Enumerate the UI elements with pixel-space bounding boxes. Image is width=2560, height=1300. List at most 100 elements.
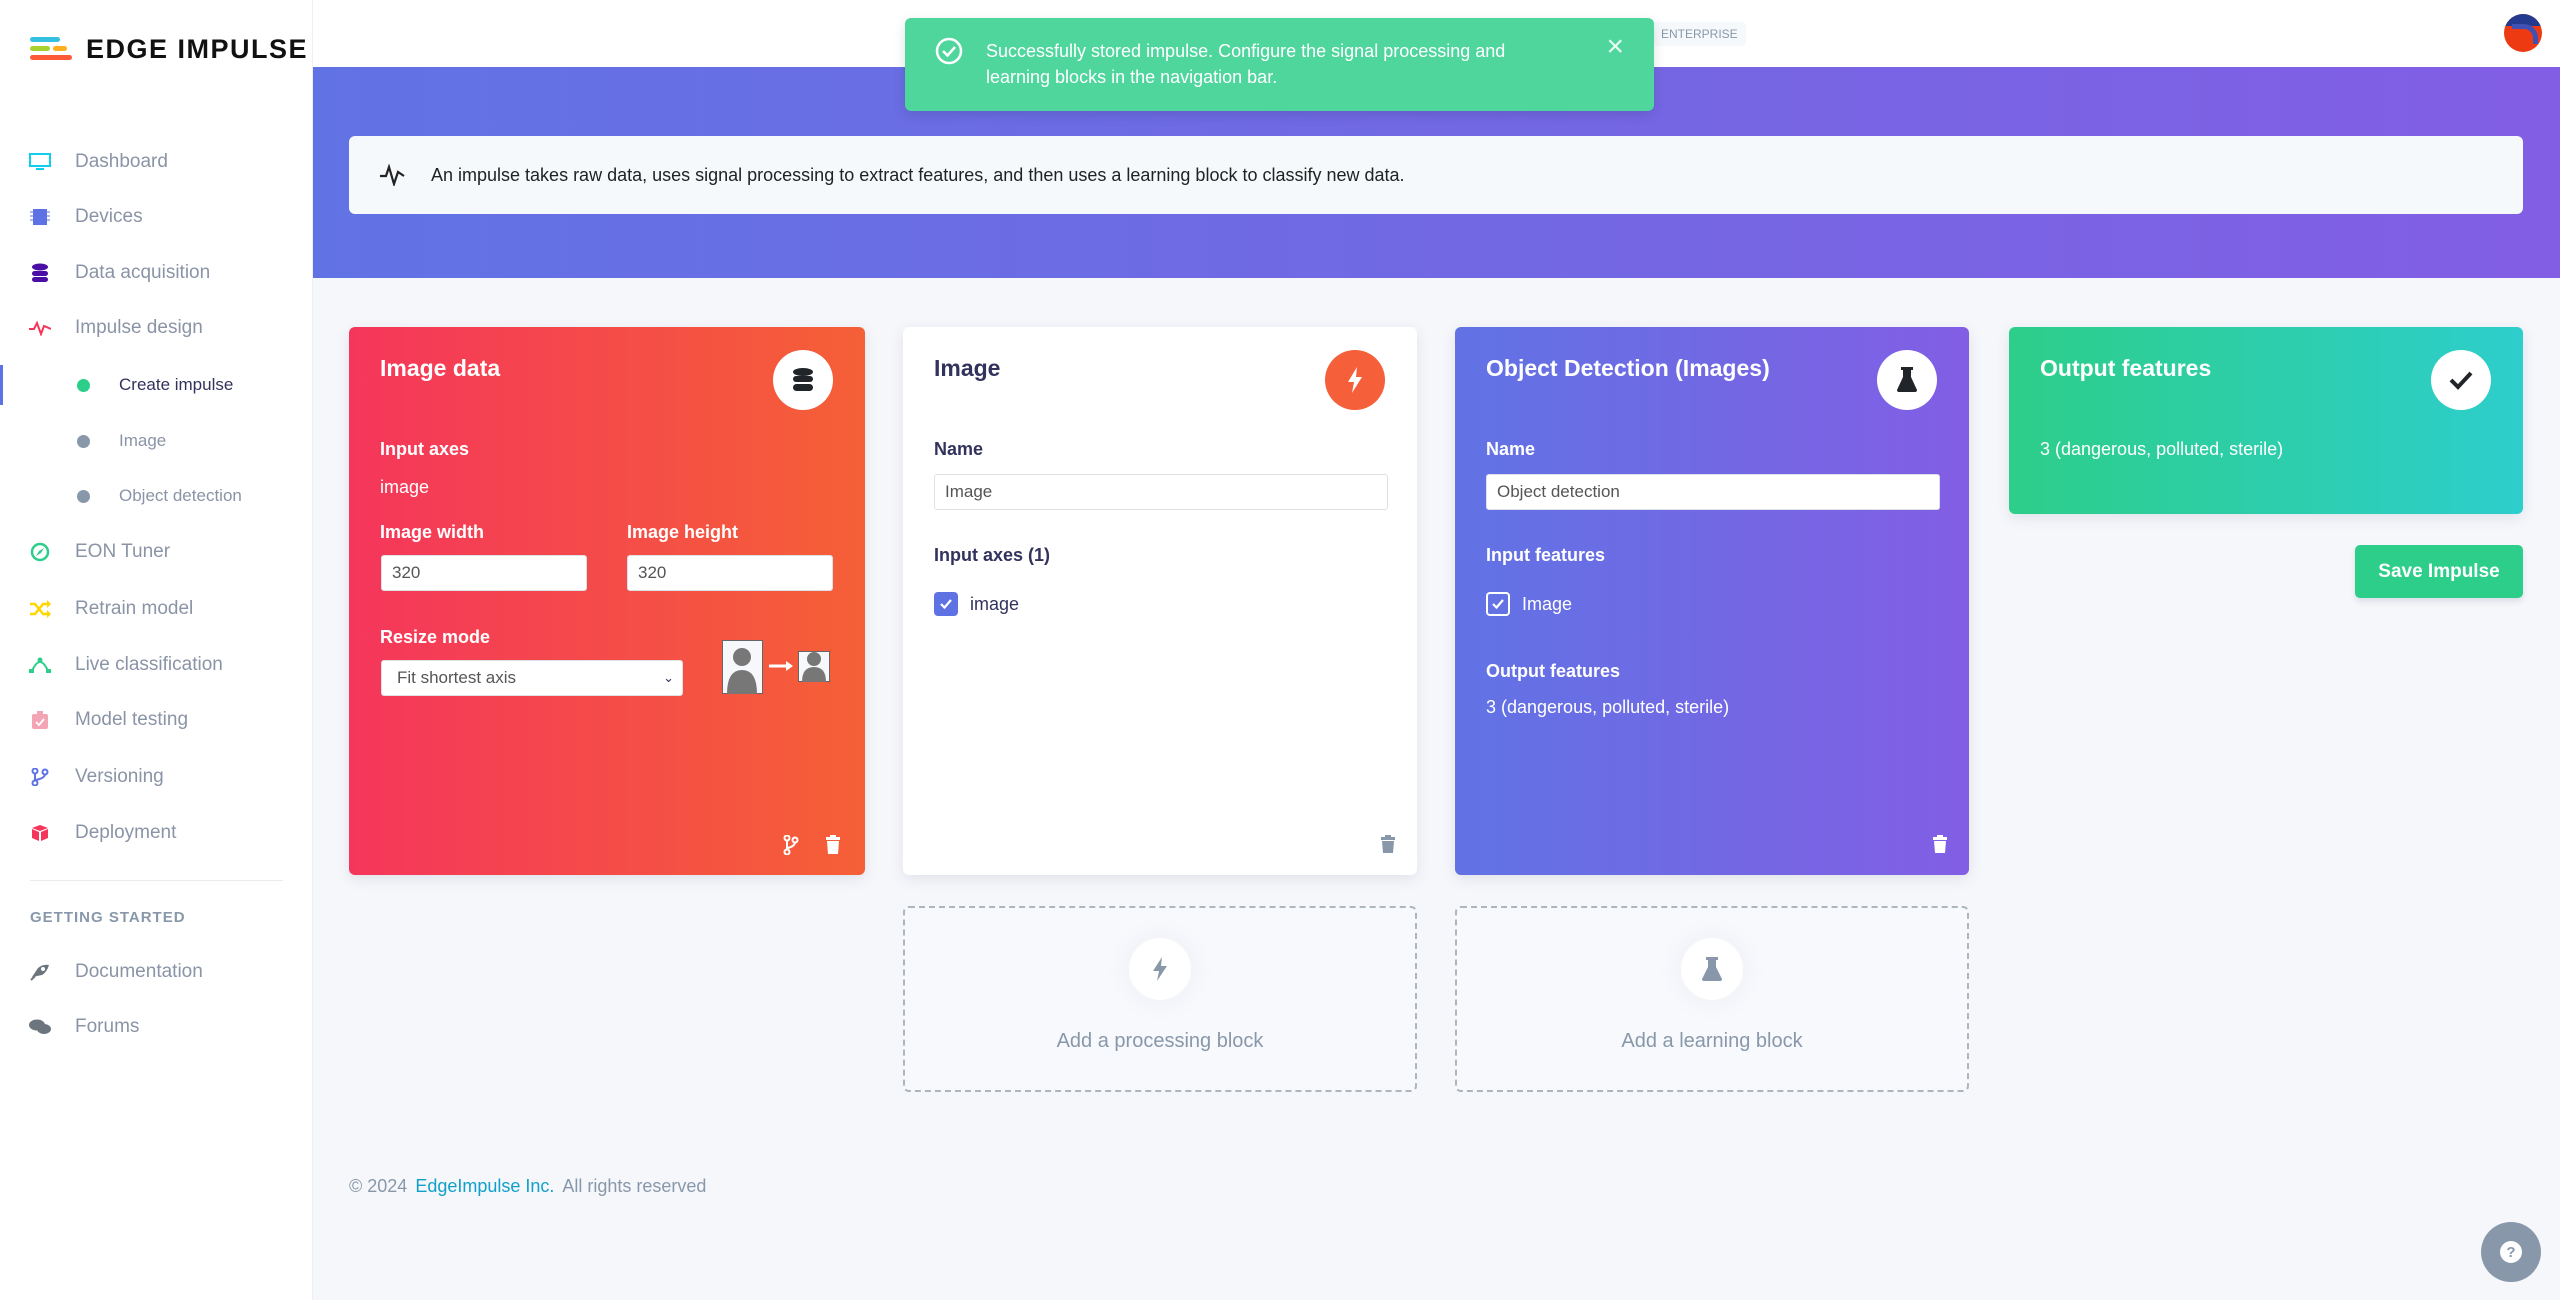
sidebar-item-image[interactable]: Image: [0, 421, 313, 461]
comments-icon: [28, 1015, 52, 1039]
sidebar-item-label: Create impulse: [119, 375, 234, 394]
branch-icon: [28, 765, 52, 789]
section-title: GETTING STARTED: [30, 909, 186, 926]
checkbox-checked-icon[interactable]: [1486, 592, 1510, 616]
flask-icon: [1681, 938, 1743, 1000]
database-icon: [28, 261, 52, 285]
sidebar-item-label: EON Tuner: [75, 541, 171, 562]
sidebar-item-label: Live classification: [75, 654, 223, 675]
resize-mode-value: Fit shortest axis: [397, 668, 517, 687]
bullet-dot-icon: [77, 489, 90, 503]
input-block-card: Image data Input axes image Image width …: [349, 327, 865, 875]
checkbox-label: Image: [1522, 593, 1573, 614]
sidebar-item-data-acquisition[interactable]: Data acquisition: [0, 253, 313, 293]
help-button[interactable]: ?: [2481, 1222, 2541, 1282]
sidebar-item-label: Forums: [75, 1016, 140, 1037]
input-axes-label: Input axes: [380, 439, 470, 459]
sidebar-item-dashboard[interactable]: Dashboard: [0, 142, 313, 182]
image-width-label: Image width: [380, 522, 485, 542]
sidebar-item-deployment[interactable]: Deployment: [0, 813, 313, 853]
image-width-input[interactable]: 320: [381, 555, 587, 591]
image-height-input[interactable]: 320: [627, 555, 833, 591]
compass-icon: [28, 540, 52, 564]
footer-copyright: © 2024: [349, 1176, 408, 1196]
toast-close-button[interactable]: ×: [1606, 30, 1624, 64]
resize-illustration-icon: [722, 640, 830, 694]
sidebar-item-forums[interactable]: Forums: [0, 1007, 313, 1047]
name-label: Name: [1486, 439, 1536, 459]
footer-rights: All rights reserved: [562, 1176, 707, 1196]
sidebar-item-documentation[interactable]: Documentation: [0, 952, 313, 992]
sidebar-item-impulse-design[interactable]: Impulse design: [0, 308, 313, 348]
sidebar-item-label: Retrain model: [75, 598, 194, 619]
info-banner: An impulse takes raw data, uses signal p…: [349, 136, 2523, 214]
sidebar-item-label: Versioning: [75, 766, 164, 787]
sidebar: EDGE IMPULSE Dashboard Devices Data acquis…: [0, 0, 313, 1300]
sidebar-item-label: Data acquisition: [75, 262, 211, 283]
active-indicator: [0, 365, 3, 405]
chevron-down-icon: ⌄: [663, 670, 674, 685]
output-features-label: Output features: [1486, 661, 1621, 681]
enterprise-badge: ENTERPRISE: [1653, 22, 1746, 46]
sidebar-item-devices[interactable]: Devices: [0, 197, 313, 237]
logo[interactable]: EDGE IMPULSE: [30, 34, 308, 65]
footer-company-link[interactable]: EdgeImpulse Inc.: [415, 1176, 554, 1197]
sidebar-item-live-classification[interactable]: Live classification: [0, 645, 313, 685]
output-features-value: 3 (dangerous, polluted, sterile): [2040, 439, 2284, 459]
input-axes-value: image: [380, 477, 430, 497]
bolt-icon: [1129, 938, 1191, 1000]
sidebar-item-retrain-model[interactable]: Retrain model: [0, 589, 313, 629]
input-features-label: Input features: [1486, 545, 1606, 565]
trash-icon[interactable]: [825, 835, 841, 855]
feature-checkbox-image[interactable]: Image: [1486, 592, 1572, 616]
name-input[interactable]: Image: [934, 474, 1388, 510]
checkbox-checked-icon[interactable]: [934, 592, 958, 616]
add-processing-block-button[interactable]: Add a processing block: [903, 906, 1417, 1092]
cube-icon: [28, 821, 52, 845]
footer: © 2024 EdgeImpulse Inc. All rights reser…: [349, 1176, 706, 1197]
sidebar-item-object-detection[interactable]: Object detection: [0, 476, 313, 516]
card-title: Object Detection (Images): [1486, 355, 1770, 381]
name-input[interactable]: Object detection: [1486, 474, 1940, 510]
sidebar-item-label: Impulse design: [75, 317, 203, 338]
trash-icon[interactable]: [1381, 835, 1395, 853]
sidebar-item-model-testing[interactable]: Model testing: [0, 700, 313, 740]
sidebar-item-create-impulse[interactable]: Create impulse: [0, 365, 313, 405]
check-circle-icon: [935, 37, 963, 65]
sidebar-item-versioning[interactable]: Versioning: [0, 757, 313, 797]
bullet-dot-icon: [77, 434, 90, 448]
input-axes-label: Input axes (1): [934, 545, 1051, 565]
info-text: An impulse takes raw data, uses signal p…: [431, 164, 1405, 185]
axis-checkbox-image[interactable]: image: [934, 592, 1019, 616]
image-height-label: Image height: [627, 522, 739, 542]
resize-mode-label: Resize mode: [380, 627, 491, 647]
shuffle-icon: [28, 597, 52, 621]
name-label: Name: [934, 439, 984, 459]
card-title: Output features: [2040, 355, 2212, 381]
chip-icon: [28, 205, 52, 229]
resize-mode-select[interactable]: Fit shortest axis ⌄: [381, 660, 683, 696]
pulse-icon: [380, 164, 405, 186]
trash-icon[interactable]: [1933, 835, 1947, 853]
sidebar-item-label: Image: [119, 431, 167, 450]
bullet-dot-icon: [77, 378, 90, 392]
sidebar-item-eon-tuner[interactable]: EON Tuner: [0, 532, 313, 572]
brand-name: EDGE IMPULSE: [86, 34, 309, 64]
add-processing-label: Add a processing block: [1056, 1030, 1264, 1052]
output-block-card: Output features 3 (dangerous, polluted, …: [2009, 327, 2523, 514]
svg-text:?: ?: [2506, 1244, 2515, 1261]
edge-impulse-logo-icon: [30, 36, 72, 60]
branch-icon[interactable]: [783, 835, 799, 855]
success-toast: Successfully stored impulse. Configure t…: [905, 18, 1654, 111]
rocket-icon: [28, 960, 52, 984]
add-learning-block-button[interactable]: Add a learning block: [1455, 906, 1969, 1092]
sidebar-item-label: Model testing: [75, 709, 189, 730]
save-impulse-button[interactable]: Save Impulse: [2355, 545, 2523, 598]
avatar[interactable]: [2504, 14, 2542, 52]
check-icon: [2431, 350, 2491, 410]
monitor-icon: [28, 150, 52, 174]
divider: [30, 880, 283, 881]
processing-block-card: Image Name Image Input axes (1) image: [903, 327, 1417, 875]
bolt-icon: [1325, 350, 1385, 410]
flask-icon: [1877, 350, 1937, 410]
